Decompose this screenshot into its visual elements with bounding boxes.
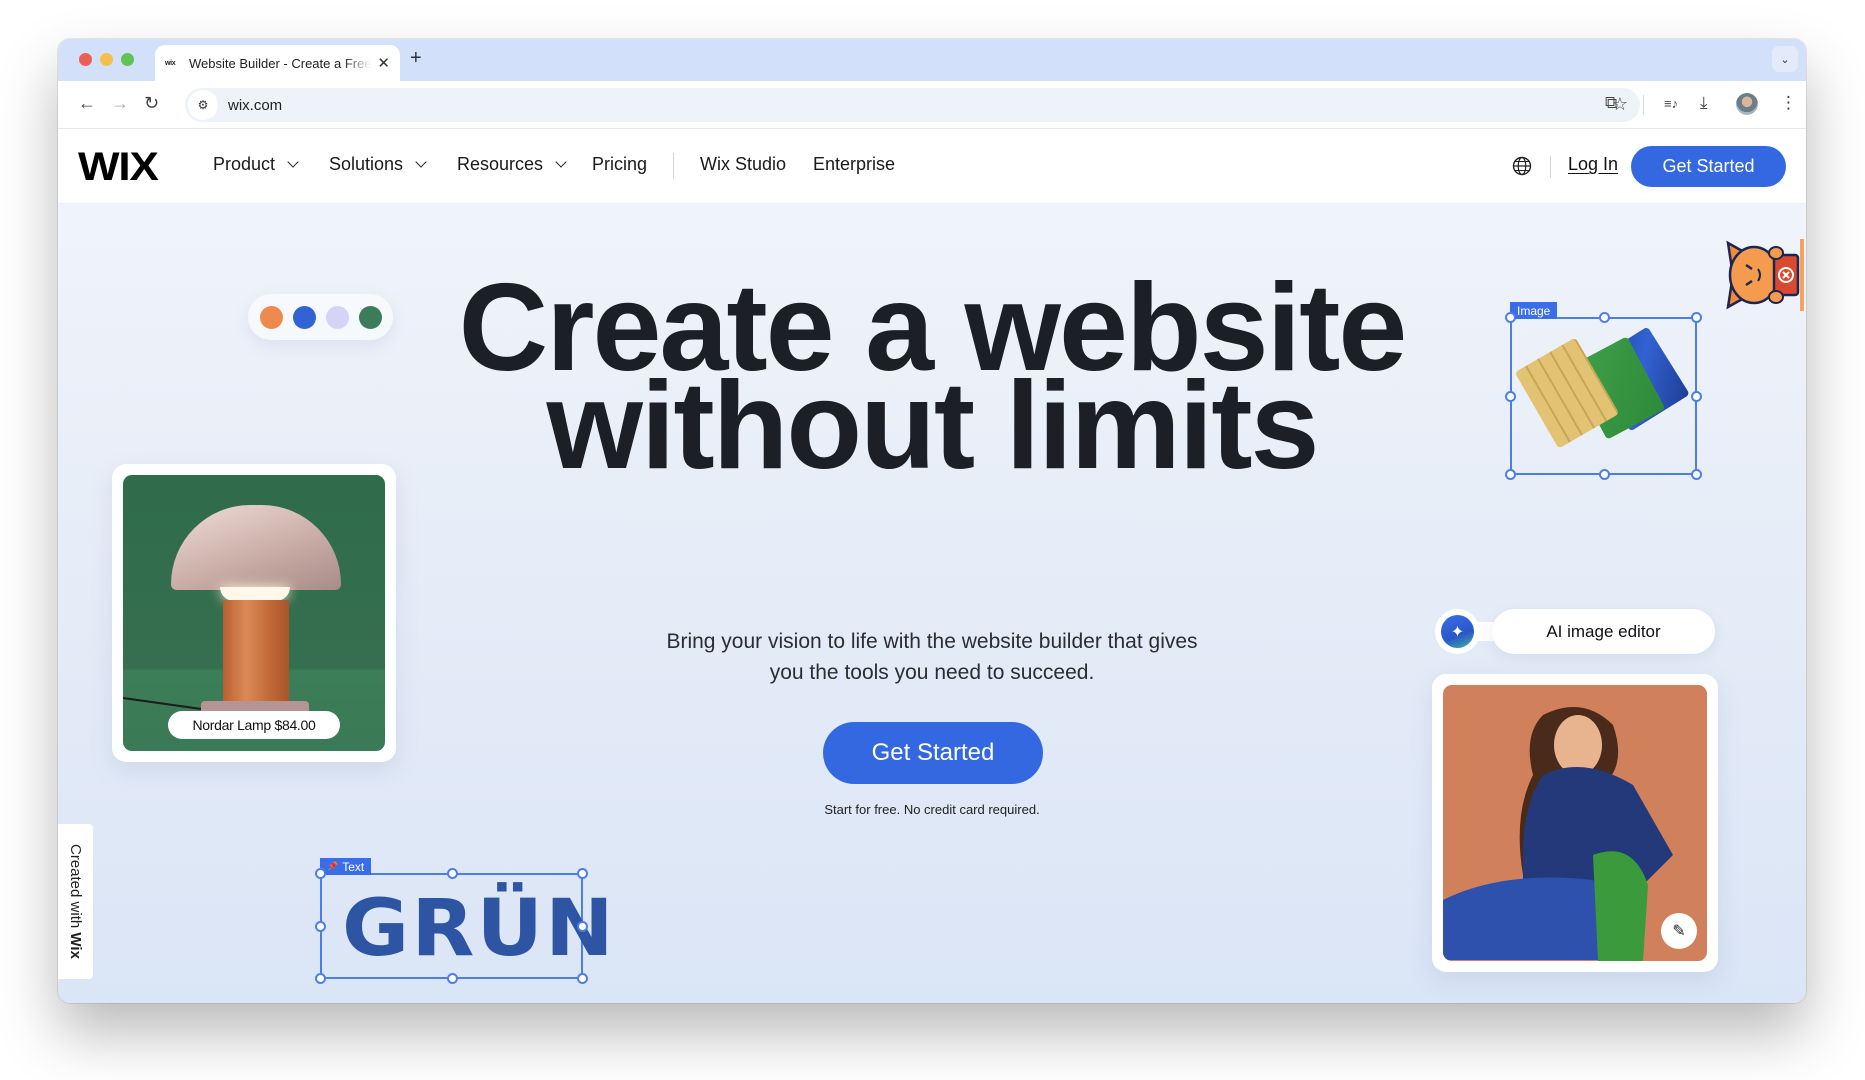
- nav-resources[interactable]: Resources: [457, 154, 567, 175]
- browser-menu-icon[interactable]: ⋮: [1780, 93, 1797, 113]
- image-selection-frame[interactable]: Image: [1505, 302, 1702, 480]
- tab-title: Website Builder - Create a Free Website: [189, 55, 372, 71]
- browser-tab[interactable]: wix Website Builder - Create a Free Webs…: [155, 45, 400, 81]
- download-icon[interactable]: ⤓: [1700, 93, 1708, 113]
- profile-avatar[interactable]: [1736, 93, 1758, 115]
- nav-resources-label: Resources: [457, 154, 544, 174]
- badge-text: Created with Wix: [67, 844, 84, 959]
- created-with-wix-badge[interactable]: Created with Wix: [58, 824, 93, 979]
- resize-handle[interactable]: [315, 921, 326, 932]
- resize-handle[interactable]: [577, 973, 588, 984]
- resize-handle[interactable]: [1505, 312, 1516, 323]
- nav-solutions[interactable]: Solutions: [329, 154, 427, 175]
- resize-handle[interactable]: [315, 868, 326, 879]
- wix-logo[interactable]: WIX: [78, 145, 159, 190]
- back-icon[interactable]: ←: [78, 93, 96, 114]
- hero-subtitle-text: Bring your vision to life with the websi…: [666, 630, 1198, 684]
- lamp-cord: [123, 697, 205, 711]
- media-controls-icon[interactable]: ≡♪: [1664, 96, 1678, 111]
- swatch-green[interactable]: [358, 305, 382, 329]
- nav-enterprise[interactable]: Enterprise: [813, 154, 895, 175]
- reload-icon[interactable]: ↻: [144, 93, 159, 114]
- product-price-label: Nordar Lamp $84.00: [168, 711, 340, 739]
- page-content: WIX Product Solutions Resources Pricing …: [58, 129, 1806, 1003]
- url-text[interactable]: wix.com: [228, 97, 282, 114]
- text-element-tag: 📌 Text: [320, 858, 372, 875]
- swatch-blue[interactable]: [292, 305, 316, 329]
- resize-handle[interactable]: [1599, 469, 1610, 480]
- product-card: Nordar Lamp $84.00: [112, 464, 396, 762]
- ai-image-editor-label: AI image editor: [1492, 609, 1715, 654]
- woman-portrait-image: ✎: [1443, 685, 1707, 961]
- chevron-down-icon: [555, 156, 567, 168]
- forward-icon[interactable]: →: [111, 93, 129, 114]
- wix-favicon-icon: wix: [165, 59, 176, 67]
- resize-handle[interactable]: [1691, 469, 1702, 480]
- header-get-started-button[interactable]: Get Started: [1631, 146, 1786, 187]
- toolbar-divider: [1643, 95, 1644, 115]
- resize-handle[interactable]: [1505, 391, 1516, 402]
- minimize-window-button[interactable]: [100, 53, 113, 66]
- site-info-icon[interactable]: ⚙: [188, 90, 218, 120]
- header-divider: [1550, 156, 1551, 178]
- swatch-orange[interactable]: [259, 305, 283, 329]
- nav-enterprise-label: Enterprise: [813, 154, 896, 174]
- nav-wix-studio[interactable]: Wix Studio: [700, 154, 786, 175]
- ai-sparkle-button[interactable]: ✦: [1435, 609, 1480, 654]
- language-globe-icon[interactable]: [1512, 156, 1532, 176]
- nav-solutions-label: Solutions: [329, 154, 404, 174]
- pin-icon: 📌: [327, 861, 339, 871]
- resize-handle[interactable]: [1691, 312, 1702, 323]
- close-window-button[interactable]: [79, 53, 92, 66]
- resize-handle[interactable]: [315, 973, 326, 984]
- swatch-lavender[interactable]: [325, 305, 349, 329]
- sparkle-icon: ✦: [1441, 615, 1474, 648]
- cat-mascot-icon[interactable]: [1724, 239, 1804, 311]
- badge-brand: Wix: [67, 932, 84, 959]
- tab-strip: wix Website Builder - Create a Free Webs…: [58, 39, 1806, 81]
- nav-divider: [673, 153, 674, 179]
- maximize-window-button[interactable]: [121, 53, 134, 66]
- nav-product[interactable]: Product: [213, 154, 299, 175]
- resize-handle[interactable]: [1599, 312, 1610, 323]
- resize-handle[interactable]: [447, 973, 458, 984]
- nav-product-label: Product: [213, 154, 276, 174]
- browser-window: wix Website Builder - Create a Free Webs…: [58, 39, 1806, 1003]
- nav-pricing-label: Pricing: [592, 154, 648, 174]
- new-tab-button[interactable]: +: [410, 47, 422, 70]
- login-link[interactable]: Log In: [1568, 154, 1618, 175]
- resize-handle[interactable]: [577, 921, 588, 932]
- lamp-shade: [171, 505, 341, 590]
- color-swatch-picker: [248, 294, 393, 340]
- address-bar[interactable]: ⚙ wix.com ☆: [185, 88, 1640, 122]
- chevron-down-icon: [415, 156, 427, 168]
- text-selection-frame[interactable]: 📌 Text GRÜN: [315, 858, 614, 984]
- resize-handle[interactable]: [447, 868, 458, 879]
- extensions-icon[interactable]: ⧉: [1605, 93, 1617, 113]
- chevron-down-icon: [287, 156, 299, 168]
- resize-handle[interactable]: [1691, 391, 1702, 402]
- photo-card: ✎: [1432, 674, 1718, 972]
- lamp-product-image: Nordar Lamp $84.00: [123, 475, 385, 751]
- nav-pricing[interactable]: Pricing: [592, 154, 647, 175]
- tab-search-button[interactable]: ⌄: [1772, 46, 1798, 72]
- text-tag-label: Text: [342, 859, 365, 874]
- grun-brand-text: GRÜN: [342, 884, 616, 974]
- edit-image-button[interactable]: ✎: [1661, 913, 1697, 949]
- nav-wix-studio-label: Wix Studio: [700, 154, 787, 174]
- browser-toolbar: ← → ↻ ⚙ wix.com ☆ ⧉ ≡♪ ⤓ ⋮: [58, 81, 1806, 129]
- resize-handle[interactable]: [1505, 469, 1516, 480]
- badge-prefix: Created with: [67, 844, 84, 933]
- image-element-tag: Image: [1510, 302, 1558, 319]
- resize-handle[interactable]: [577, 868, 588, 879]
- pencil-sparkle-icon: ✎: [1672, 923, 1686, 940]
- lamp-bulb: [220, 587, 290, 601]
- site-header: WIX Product Solutions Resources Pricing …: [58, 129, 1806, 204]
- hero-get-started-button[interactable]: Get Started: [823, 722, 1043, 784]
- ai-image-editor-pill[interactable]: ✦ AI image editor: [1435, 609, 1715, 654]
- lamp-body: [223, 600, 289, 705]
- close-tab-icon[interactable]: ✕: [377, 54, 390, 72]
